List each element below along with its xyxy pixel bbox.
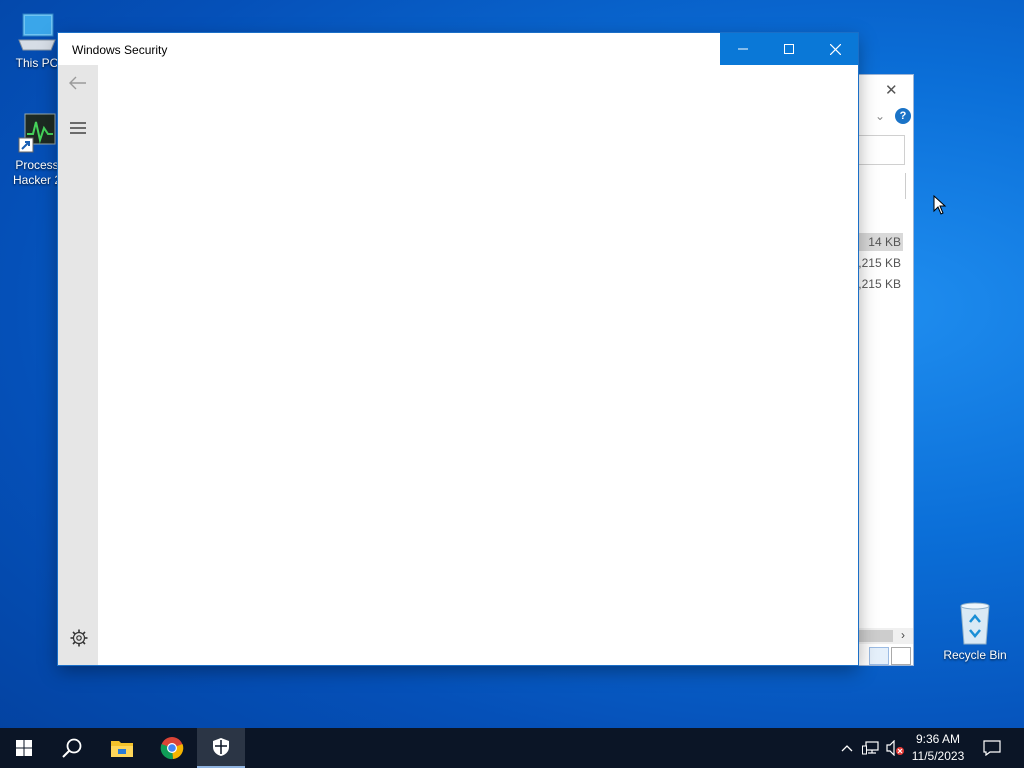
- divider: [905, 173, 906, 199]
- content-area: [98, 65, 858, 665]
- search-icon: [62, 738, 82, 758]
- taskbar-file-explorer[interactable]: [98, 728, 146, 768]
- mouse-cursor-icon: [933, 195, 947, 215]
- action-center-button[interactable]: [978, 728, 1006, 768]
- recycle-bin-icon: [960, 602, 990, 645]
- window-title: Windows Security: [72, 43, 168, 57]
- show-hidden-icons-button[interactable]: [838, 728, 856, 768]
- maximize-button[interactable]: [766, 33, 812, 65]
- speaker-muted-icon: [886, 740, 904, 756]
- close-button[interactable]: [812, 33, 858, 65]
- desktop-icon-recycle-bin[interactable]: Recycle Bin: [940, 600, 1010, 663]
- desktop-icon-label: This PC: [15, 56, 59, 70]
- back-arrow-icon: [69, 76, 86, 90]
- network-icon: [862, 741, 879, 755]
- taskbar: 9:36 AM 11/5/2023: [0, 728, 1024, 768]
- close-icon: [829, 43, 841, 55]
- windows-security-window: Windows Security: [58, 33, 858, 665]
- maximize-icon: [784, 44, 794, 54]
- taskbar-search-button[interactable]: [48, 728, 96, 768]
- details-view-icon[interactable]: [869, 647, 889, 665]
- hamburger-icon: [70, 122, 86, 134]
- taskbar-chrome[interactable]: [148, 728, 196, 768]
- notification-icon: [983, 740, 1001, 756]
- large-icons-view-icon[interactable]: [891, 647, 911, 665]
- chrome-icon: [160, 737, 184, 760]
- network-status[interactable]: [860, 728, 882, 768]
- desktop-icon-label: Recycle Bin: [943, 648, 1007, 662]
- volume-status[interactable]: [884, 728, 906, 768]
- gear-icon: [70, 629, 88, 647]
- folder-icon: [111, 741, 133, 757]
- computer-icon: [18, 13, 56, 51]
- clock-time: 9:36 AM: [915, 732, 961, 746]
- settings-button[interactable]: [70, 629, 88, 650]
- clock-date: 11/5/2023: [911, 749, 965, 763]
- taskbar-clock[interactable]: 9:36 AM 11/5/2023: [905, 731, 971, 765]
- minimize-button[interactable]: [720, 33, 766, 65]
- chevron-right-icon[interactable]: ›: [901, 628, 905, 642]
- help-icon[interactable]: ?: [895, 108, 911, 124]
- back-button[interactable]: [68, 75, 88, 94]
- minimize-icon: [738, 48, 748, 50]
- chevron-up-icon: [841, 745, 853, 752]
- chevron-down-icon[interactable]: ⌄: [875, 109, 885, 123]
- title-bar[interactable]: Windows Security: [58, 33, 858, 65]
- window-controls: [720, 33, 858, 65]
- windows-logo-icon: [16, 740, 32, 756]
- taskbar-windows-security[interactable]: [197, 728, 245, 768]
- shield-icon: [213, 738, 229, 756]
- close-icon[interactable]: ✕: [885, 81, 898, 99]
- navigation-pane: [58, 65, 98, 665]
- hamburger-menu-button[interactable]: [70, 122, 86, 137]
- process-hacker-icon: [18, 113, 56, 153]
- start-button[interactable]: [0, 728, 48, 768]
